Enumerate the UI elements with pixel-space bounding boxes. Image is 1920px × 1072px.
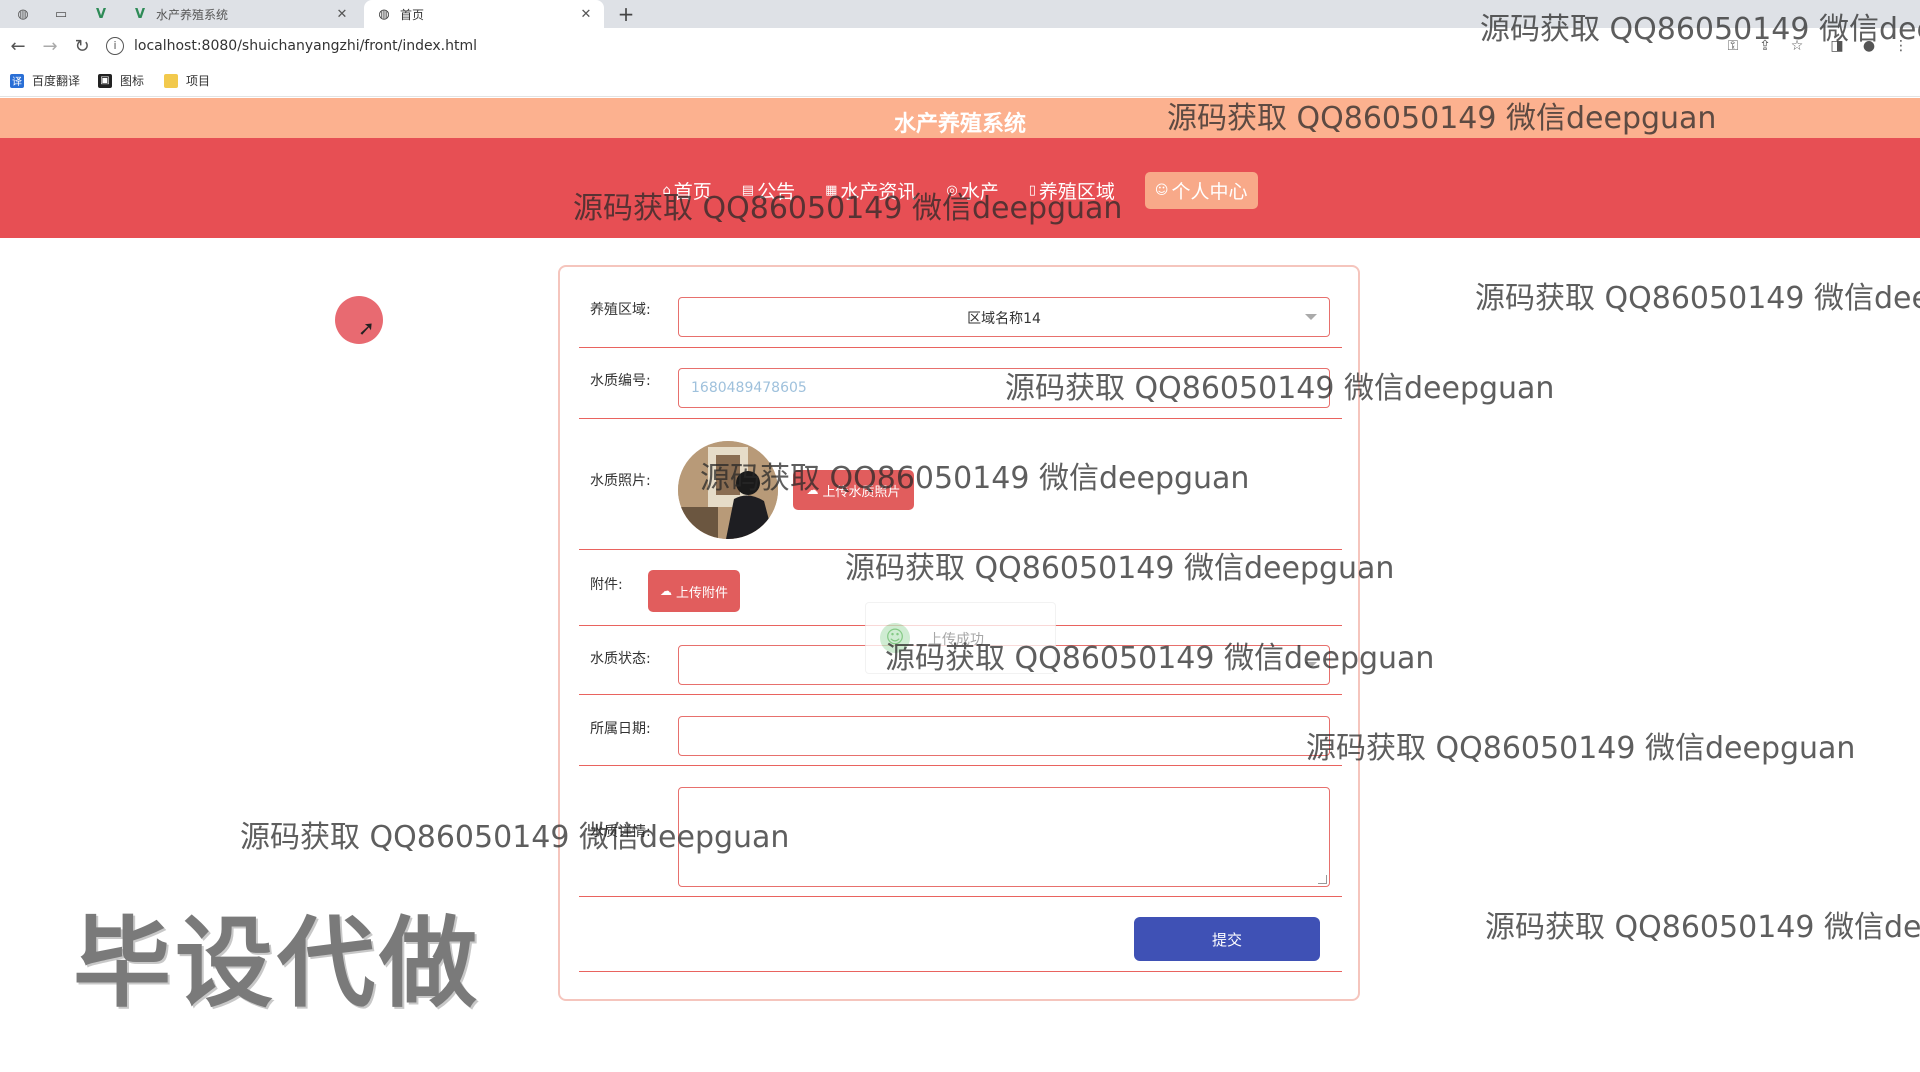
back-icon[interactable]: ← — [6, 34, 30, 58]
watermark-big: 毕设代做 — [73, 907, 482, 1021]
water-code-input[interactable]: 1680489478605 — [678, 368, 1330, 408]
watermark: 源码获取 QQ86050149 微信deepguan — [1306, 731, 1856, 766]
bookmark-item[interactable]: ▣ 图标 — [98, 72, 144, 89]
cloud-upload-icon: ☁ — [659, 584, 672, 598]
globe-icon[interactable]: ◍ — [12, 4, 34, 24]
photo-label: 水质照片: — [590, 473, 651, 489]
key-icon[interactable]: ⚿ — [1723, 36, 1743, 56]
new-tab-button[interactable]: + — [614, 0, 638, 28]
divider — [579, 971, 1342, 972]
nav-label: 首页 — [673, 181, 712, 203]
translate-icon: 译 — [10, 73, 24, 88]
tab-home[interactable]: ◍ 首页 ✕ — [364, 0, 604, 28]
home-icon: ⌂ — [662, 183, 671, 198]
main-navbar: ⌂ 首页 ▤ 公告 ▦ 水产资讯 ◎ 水产 ▯ 养殖区域 ☺ 个人中心 — [0, 138, 1920, 238]
news-icon: ▦ — [825, 183, 838, 198]
nav-item-area[interactable]: ▯ 养殖区域 — [1029, 177, 1115, 204]
chevron-down-icon — [1305, 662, 1317, 668]
divider — [579, 549, 1342, 550]
divider — [579, 418, 1342, 419]
tab-title: 首页 — [400, 7, 425, 22]
watermark: 源码获取 QQ86050149 微信dee — [1485, 910, 1920, 945]
submit-button[interactable]: 提交 — [1134, 917, 1320, 961]
notice-icon: ▤ — [741, 183, 755, 198]
date-label: 所属日期: — [590, 721, 651, 737]
globe-icon: ◍ — [378, 6, 390, 22]
area-select[interactable]: 区域名称14 — [678, 297, 1330, 337]
attachment-label: 附件: — [590, 577, 623, 593]
bookmark-item[interactable]: 译 百度翻译 — [10, 72, 80, 89]
nav-item-home[interactable]: ⌂ 首页 — [662, 177, 711, 204]
submit-label: 提交 — [1211, 930, 1242, 949]
sidepanel-icon[interactable]: ◨ — [1827, 36, 1847, 56]
area-selected-value: 区域名称14 — [967, 311, 1041, 327]
browser-tabstrip: ◍ ▭ V V 水产养殖系统 ✕ ◍ 首页 ✕ + — [0, 0, 1920, 28]
area-label: 养殖区域: — [590, 302, 651, 318]
divider — [579, 765, 1342, 766]
area-icon: ▯ — [1028, 183, 1036, 198]
site-title: 水产养殖系统 — [893, 112, 1026, 137]
toast-message: 上传成功 — [928, 632, 984, 648]
photo-image — [678, 441, 778, 539]
url-text: localhost:8080/shuichanyangzhi/front/ind… — [134, 38, 477, 54]
chevron-down-icon — [1305, 314, 1317, 320]
reload-icon[interactable]: ↻ — [70, 34, 94, 58]
nav-menu: ⌂ 首页 ▤ 公告 ▦ 水产资讯 ◎ 水产 ▯ 养殖区域 ☺ 个人中心 — [0, 172, 1920, 209]
nav-item-notice[interactable]: ▤ 公告 — [742, 177, 795, 204]
nav-label: 水产 — [960, 181, 999, 203]
nav-item-aquatic[interactable]: ◎ 水产 — [946, 177, 998, 204]
bookmark-label: 图标 — [120, 74, 145, 88]
blank-tab-icon[interactable]: ▭ — [50, 4, 72, 24]
mouse-pointer-icon: ➚ — [358, 316, 375, 340]
detail-label: 水质详情: — [590, 824, 651, 840]
upload-success-toast: ☺ 上传成功 — [865, 602, 1056, 674]
vue-icon: V — [134, 6, 146, 22]
upload-attachment-button[interactable]: ☁ 上传附件 — [648, 570, 740, 612]
divider — [579, 694, 1342, 695]
nav-item-news[interactable]: ▦ 水产资讯 — [825, 177, 916, 204]
nav-item-personal-center[interactable]: ☺ 个人中心 — [1144, 172, 1258, 209]
image-icon: ▣ — [98, 73, 112, 88]
bookmarks-bar: 译 百度翻译 ▣ 图标 项目 — [0, 64, 1920, 97]
nav-label: 养殖区域 — [1038, 181, 1115, 203]
info-icon[interactable]: i — [106, 37, 124, 55]
nav-label: 个人中心 — [1171, 181, 1248, 203]
date-input[interactable] — [678, 716, 1330, 756]
watermark: 源码获取 QQ86050149 微信dee — [1475, 281, 1920, 316]
close-icon[interactable]: ✕ — [332, 7, 352, 22]
bookmark-label: 百度翻译 — [32, 74, 81, 88]
nav-label: 水产资讯 — [840, 181, 917, 203]
upload-photo-button[interactable]: ☁ 上传水质照片 — [793, 470, 914, 510]
share-icon[interactable]: ⇪ — [1755, 36, 1775, 56]
vue-icon[interactable]: V — [90, 4, 112, 24]
upload-attachment-label: 上传附件 — [675, 585, 728, 601]
bookmark-label: 项目 — [186, 74, 211, 88]
upload-photo-label: 上传水质照片 — [822, 484, 901, 500]
success-icon: ☺ — [880, 623, 910, 653]
divider — [579, 896, 1342, 897]
cloud-upload-icon: ☁ — [806, 483, 819, 497]
tab-title: 水产养殖系统 — [156, 7, 229, 22]
site-title-bar: 水产养殖系统 — [0, 98, 1920, 138]
bookmark-item[interactable]: 项目 — [164, 72, 210, 89]
fish-icon: ◎ — [946, 183, 958, 198]
address-bar[interactable]: i localhost:8080/shuichanyangzhi/front/i… — [106, 31, 1706, 61]
close-icon[interactable]: ✕ — [576, 7, 596, 22]
water-detail-textarea[interactable] — [678, 787, 1330, 887]
browser-toolbar: ← → ↻ i localhost:8080/shuichanyangzhi/f… — [0, 28, 1920, 64]
star-icon[interactable]: ☆ — [1787, 36, 1807, 56]
status-label: 水质状态: — [590, 651, 651, 667]
water-code-value: 1680489478605 — [691, 380, 807, 396]
menu-icon[interactable]: ⋮ — [1891, 36, 1911, 56]
divider — [579, 347, 1342, 348]
folder-icon — [164, 73, 178, 88]
water-photo-preview — [678, 441, 778, 539]
tab-system[interactable]: V 水产养殖系统 ✕ — [120, 0, 360, 28]
forward-icon[interactable]: → — [38, 34, 62, 58]
nav-label: 公告 — [757, 181, 796, 203]
user-icon: ☺ — [1154, 183, 1169, 198]
profile-icon[interactable]: ● — [1859, 36, 1879, 56]
resize-handle[interactable] — [1318, 875, 1327, 884]
code-label: 水质编号: — [590, 373, 651, 389]
